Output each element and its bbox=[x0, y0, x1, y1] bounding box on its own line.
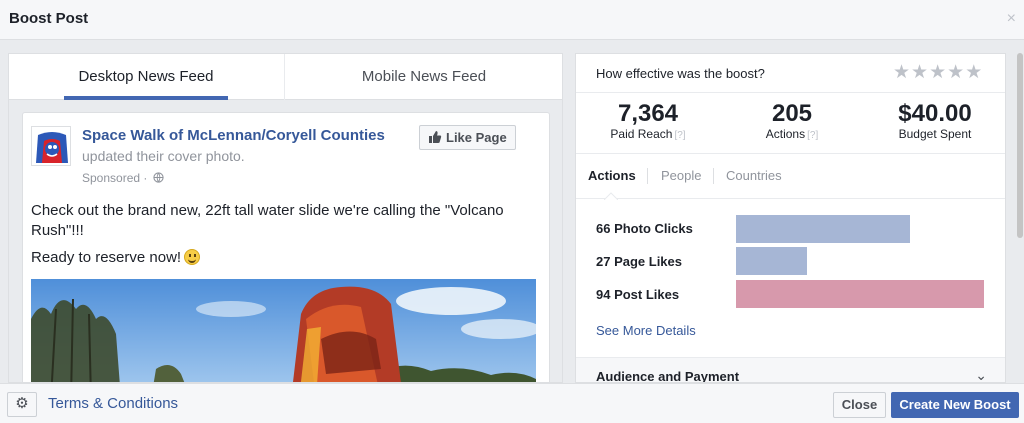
post-action-text: updated their cover photo. bbox=[82, 148, 245, 164]
tab-mobile-news-feed[interactable]: Mobile News Feed bbox=[339, 54, 509, 100]
thumbs-up-icon bbox=[429, 131, 442, 143]
metric-label: 94 Post Likes bbox=[596, 287, 680, 302]
star-icon[interactable]: ★ bbox=[929, 62, 947, 83]
post-preview: Space Walk of McLennan/Coryell Counties … bbox=[22, 112, 550, 382]
section-title: Audience and Payment bbox=[596, 369, 740, 383]
stat-label: Budget Spent bbox=[898, 127, 972, 141]
close-icon[interactable]: × bbox=[1007, 10, 1016, 28]
preview-panel: Desktop News Feed Mobile News Feed Space… bbox=[8, 53, 563, 383]
star-icon[interactable]: ★ bbox=[911, 62, 929, 83]
stat-paid-reach: 7,364 Paid Reach [?] bbox=[602, 100, 694, 142]
stat-label: Paid Reach [?] bbox=[610, 127, 686, 141]
stat-value: $40.00 bbox=[898, 100, 972, 127]
metric-label: 66 Photo Clicks bbox=[596, 221, 693, 236]
tab-countries[interactable]: Countries bbox=[726, 168, 782, 183]
close-button[interactable]: Close bbox=[833, 392, 886, 418]
post-text-cta-label: Ready to reserve now! bbox=[31, 249, 182, 266]
chevron-down-icon: ⌄ bbox=[975, 367, 987, 383]
gear-icon[interactable]: ⚙ bbox=[7, 392, 37, 417]
stat-label: Actions [?] bbox=[765, 127, 819, 141]
post-text-cta: Ready to reserve now! bbox=[31, 249, 201, 266]
stat-actions: 205 Actions [?] bbox=[749, 100, 835, 142]
metric-bar bbox=[736, 247, 807, 275]
stat-budget-spent: $40.00 Budget Spent bbox=[890, 100, 980, 142]
terms-link[interactable]: Terms & Conditions bbox=[48, 395, 178, 412]
scrollbar-thumb[interactable] bbox=[1017, 53, 1023, 238]
help-icon[interactable]: [?] bbox=[807, 130, 818, 141]
breakdown-tabs: Actions People Countries bbox=[576, 154, 1005, 199]
smiley-icon bbox=[184, 249, 201, 265]
globe-icon bbox=[153, 172, 164, 183]
metric-label: 27 Page Likes bbox=[596, 254, 682, 269]
sponsored-label: Sponsored · bbox=[82, 171, 164, 185]
like-page-button[interactable]: Like Page bbox=[419, 125, 516, 150]
tab-divider bbox=[713, 168, 714, 184]
cover-photo[interactable] bbox=[31, 279, 536, 382]
star-icon[interactable]: ★ bbox=[947, 62, 965, 83]
post-text: Check out the brand new, 22ft tall water… bbox=[31, 202, 504, 239]
tab-divider bbox=[284, 54, 285, 100]
see-more-details-link[interactable]: See More Details bbox=[596, 323, 696, 338]
active-tab-caret bbox=[604, 192, 618, 200]
star-icon[interactable]: ★ bbox=[965, 62, 983, 83]
tab-actions[interactable]: Actions bbox=[588, 168, 636, 183]
preview-tabs: Desktop News Feed Mobile News Feed bbox=[9, 54, 562, 100]
like-page-label: Like Page bbox=[446, 130, 507, 145]
effectiveness-question: How effective was the boost? bbox=[596, 66, 765, 81]
results-panel: How effective was the boost? ★★★★★ 7,364… bbox=[575, 53, 1006, 383]
audience-payment-section[interactable]: Audience and Payment ⌄ bbox=[576, 357, 1005, 383]
stat-value: 7,364 bbox=[617, 100, 679, 127]
tab-people[interactable]: People bbox=[661, 168, 701, 183]
page-name-link[interactable]: Space Walk of McLennan/Coryell Counties bbox=[82, 127, 385, 144]
dialog-footer: ⚙ Terms & Conditions Close Create New Bo… bbox=[0, 383, 1024, 423]
stat-value: 205 bbox=[771, 100, 813, 127]
create-new-boost-button[interactable]: Create New Boost bbox=[891, 392, 1019, 418]
dialog-title: Boost Post bbox=[9, 10, 89, 27]
tab-divider bbox=[647, 168, 648, 184]
metric-bar bbox=[736, 215, 910, 243]
help-icon[interactable]: [?] bbox=[674, 130, 685, 141]
page-avatar[interactable] bbox=[31, 126, 71, 166]
dialog-header: Boost Post × bbox=[0, 0, 1024, 40]
star-icon[interactable]: ★ bbox=[893, 62, 911, 83]
stats-row: 7,364 Paid Reach [?] 205 Actions [?] $40.0… bbox=[576, 92, 1005, 154]
star-rating: ★★★★★ bbox=[893, 61, 983, 84]
tab-desktop-news-feed[interactable]: Desktop News Feed bbox=[64, 54, 228, 100]
sponsored-text: Sponsored · bbox=[82, 171, 148, 185]
metric-bar bbox=[736, 280, 984, 308]
